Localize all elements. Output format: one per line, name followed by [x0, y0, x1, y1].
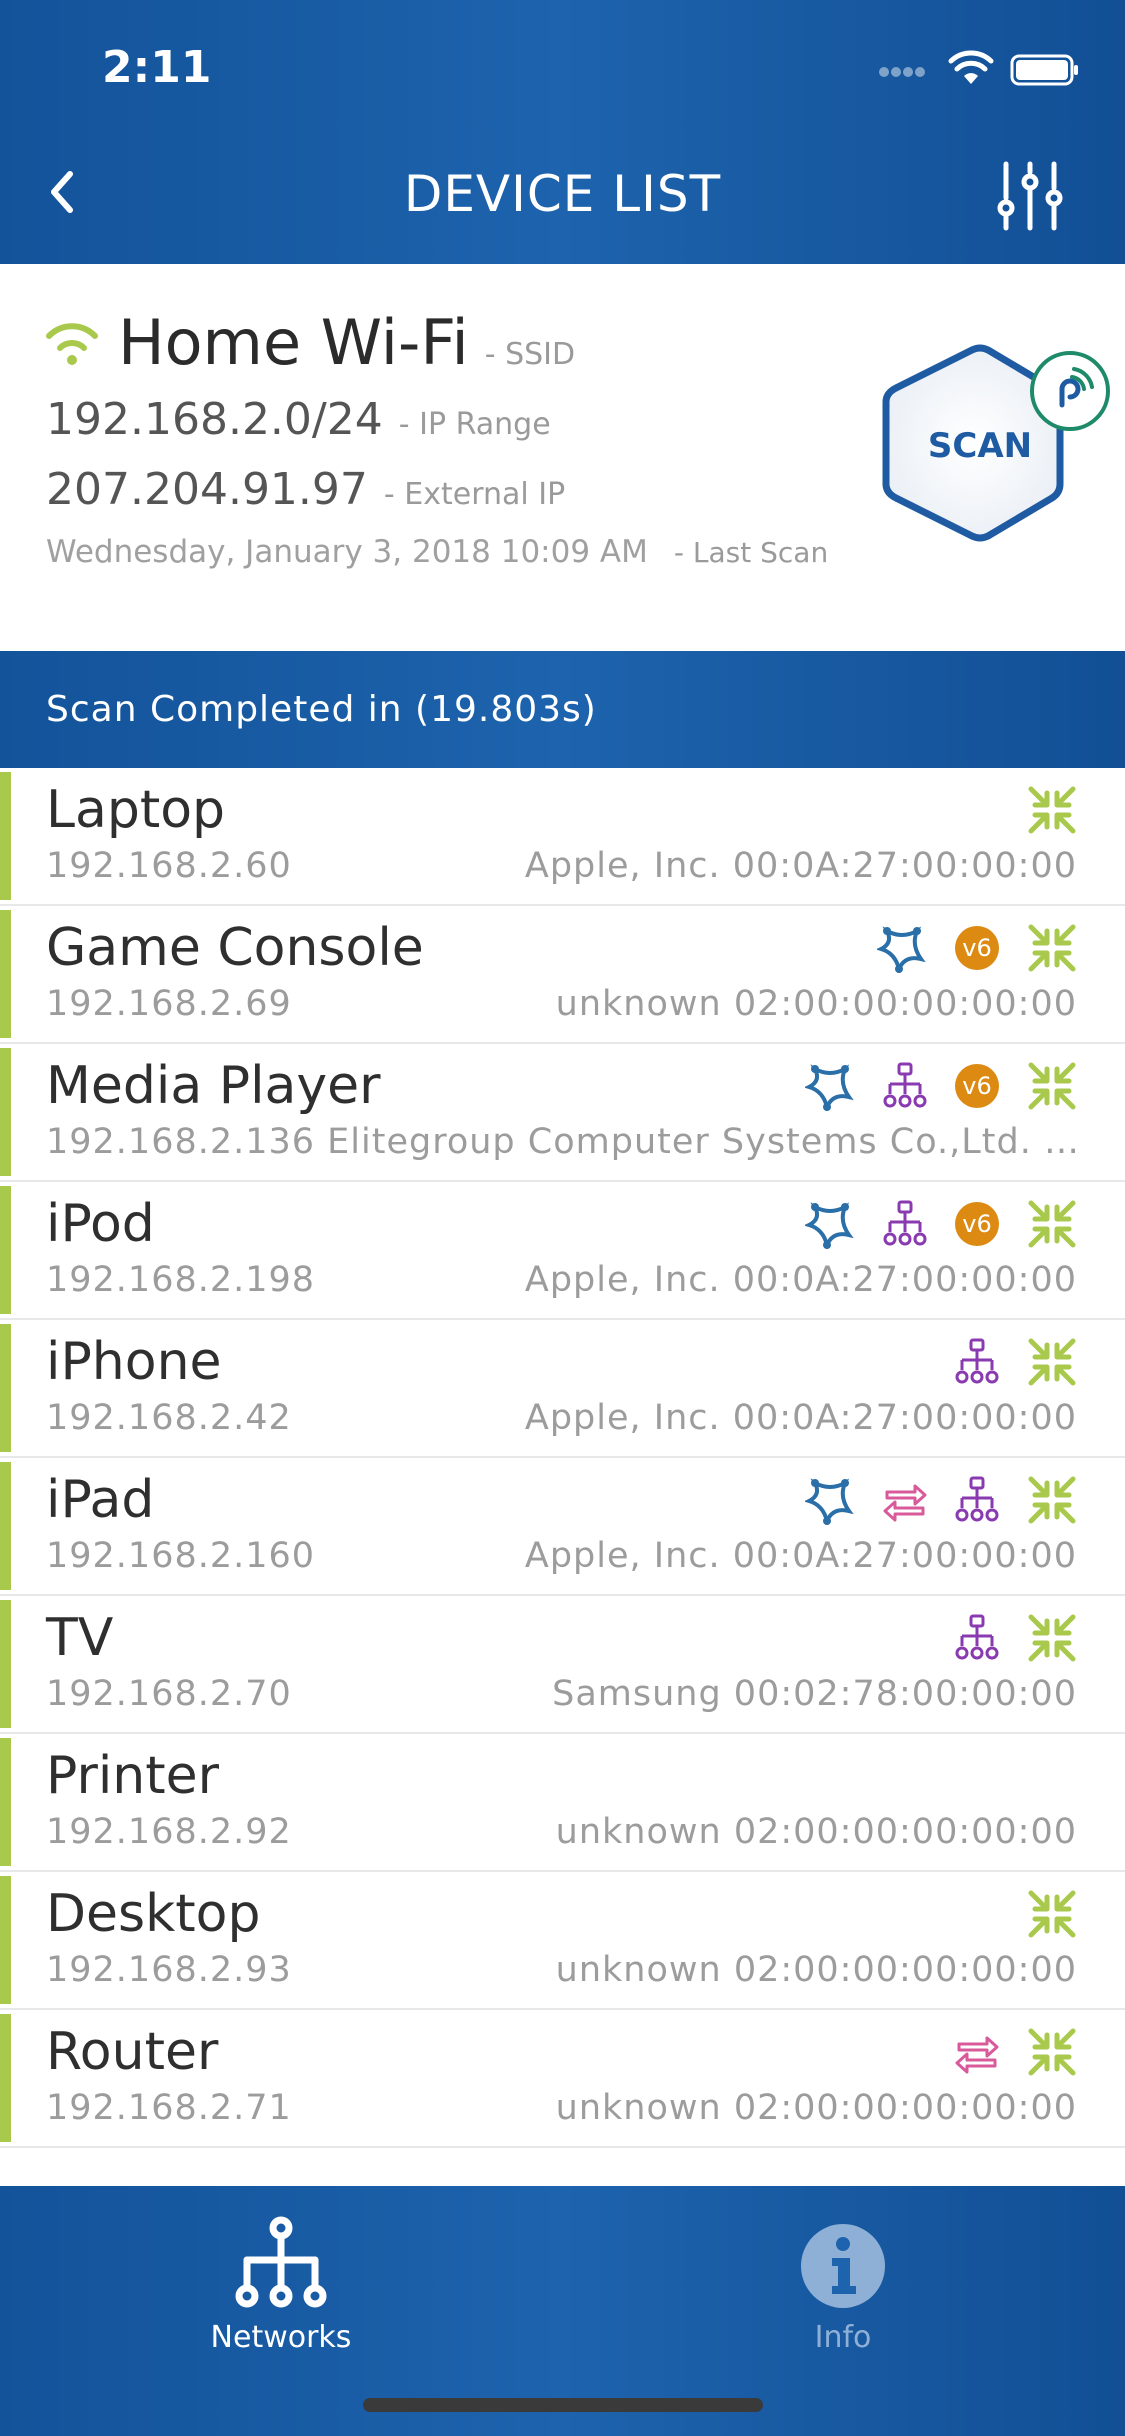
device-vendor: unknown 02:00:00:00:00:00 — [555, 1950, 1077, 1990]
status-wifi-icon — [948, 50, 994, 84]
battery-icon — [1010, 54, 1078, 86]
ssid-tag: - SSID — [484, 337, 576, 372]
device-name: Printer — [46, 1746, 219, 1806]
bonjour-service-icon — [805, 1064, 854, 1111]
upnp-hierarchy-icon — [955, 1476, 999, 1522]
upnp-hierarchy-icon — [955, 1338, 999, 1384]
device-row-iphone[interactable]: iPhone 192.168.2.42 Apple, Inc. 00:0A:27… — [0, 1320, 1125, 1458]
device-ip: 192.168.2.69 — [46, 984, 292, 1024]
device-name: Desktop — [46, 1884, 261, 1944]
device-name: TV — [46, 1608, 114, 1668]
device-row-ipad[interactable]: iPad 192.168.2.160 Apple, Inc. 00:0A:27:… — [0, 1458, 1125, 1596]
ip-range-value: 192.168.2.0/24 — [46, 394, 383, 445]
connected-arrows-icon — [1028, 1062, 1076, 1110]
connected-arrows-icon — [1028, 1614, 1076, 1662]
header-bar: 2:11 DEVICE LIST — [0, 0, 1125, 264]
device-row-printer[interactable]: Printer 192.168.2.92 unknown 02:00:00:00… — [0, 1734, 1125, 1872]
external-ip-value: 207.204.91.97 — [46, 464, 368, 515]
ipv6-badge: v6 — [955, 1064, 999, 1108]
device-ip: 192.168.2.160 — [46, 1536, 316, 1576]
device-name: Media Player — [46, 1056, 381, 1116]
transfer-arrows-icon — [883, 1484, 927, 1522]
device-ip: 192.168.2.92 — [46, 1812, 292, 1852]
device-row-media-player[interactable]: Media Player v6 192.168.2.136 Elitegroup… — [0, 1044, 1125, 1182]
tab-label-info: Info — [814, 2320, 872, 2355]
device-name: Game Console — [46, 918, 424, 978]
device-vendor: Samsung 00:02:78:00:00:00 — [552, 1674, 1077, 1714]
device-row-tv[interactable]: TV 192.168.2.70 Samsung 00:02:78:00:00:0… — [0, 1596, 1125, 1734]
bonjour-service-icon — [805, 1202, 854, 1249]
upnp-hierarchy-icon — [883, 1062, 927, 1108]
device-list: Laptop 192.168.2.60 Apple, Inc. 00:0A:27… — [0, 768, 1125, 2148]
device-ip: 192.168.2.93 — [46, 1950, 292, 1990]
scan-status-bar: Scan Completed in (19.803s) — [0, 651, 1125, 768]
connected-arrows-icon — [1028, 1338, 1076, 1386]
device-ip: 192.168.2.71 — [46, 2088, 292, 2128]
page-title: DEVICE LIST — [403, 165, 722, 223]
device-vendor: Apple, Inc. 00:0A:27:00:00:00 — [524, 1536, 1077, 1576]
device-ip: 192.168.2.42 — [46, 1398, 292, 1438]
network-info-panel: Home Wi-Fi - SSID 192.168.2.0/24 - IP Ra… — [0, 264, 1125, 651]
tab-label-networks: Networks — [210, 2320, 352, 2355]
network-icon — [235, 2216, 327, 2308]
device-vendor: Apple, Inc. 00:0A:27:00:00:00 — [524, 846, 1077, 886]
device-row-game-console[interactable]: Game Console v6 192.168.2.69 unknown 02:… — [0, 906, 1125, 1044]
device-name: iPhone — [46, 1332, 222, 1392]
connected-arrows-icon — [1028, 1200, 1076, 1248]
device-ip: 192.168.2.198 — [46, 1260, 316, 1300]
device-vendor: unknown 02:00:00:00:00:00 — [555, 1812, 1077, 1852]
device-vendor: unknown 02:00:00:00:00:00 — [555, 2088, 1077, 2128]
device-name: iPod — [46, 1194, 155, 1254]
network-ssid: Home Wi-Fi — [118, 306, 469, 379]
device-row-desktop[interactable]: Desktop 192.168.2.93 unknown 02:00:00:00… — [0, 1872, 1125, 2010]
connected-arrows-icon — [1028, 1890, 1076, 1938]
device-row-router[interactable]: Router 192.168.2.71 unknown 02:00:00:00:… — [0, 2010, 1125, 2148]
ipv6-badge: v6 — [955, 1202, 999, 1246]
device-name: iPad — [46, 1470, 155, 1530]
info-icon — [801, 2224, 885, 2308]
bonjour-service-icon — [805, 1478, 854, 1525]
last-scan-tag: - Last Scan — [673, 536, 829, 569]
home-indicator[interactable] — [363, 2398, 763, 2412]
device-name: Router — [46, 2022, 219, 2082]
connected-arrows-icon — [1028, 2028, 1076, 2076]
connected-arrows-icon — [1028, 924, 1076, 972]
filter-settings-button[interactable] — [992, 158, 1068, 234]
bonjour-service-icon — [877, 926, 926, 973]
device-vendor: Apple, Inc. 00:0A:27:00:00:00 — [524, 1260, 1077, 1300]
connected-arrows-icon — [1028, 1476, 1076, 1524]
last-scan-date: Wednesday, January 3, 2018 10:09 AM — [46, 534, 648, 570]
tab-networks[interactable]: Networks — [161, 2216, 401, 2366]
scan-status-text: Scan Completed in (19.803s) — [46, 689, 597, 730]
transfer-arrows-icon — [955, 2036, 999, 2074]
upnp-hierarchy-icon — [955, 1614, 999, 1660]
scan-signal-badge-icon — [1030, 351, 1110, 431]
device-row-laptop[interactable]: Laptop 192.168.2.60 Apple, Inc. 00:0A:27… — [0, 768, 1125, 906]
ipv6-badge: v6 — [955, 926, 999, 970]
external-ip-tag: - External IP — [383, 477, 566, 512]
ip-range-tag: - IP Range — [398, 407, 551, 442]
device-ip: 192.168.2.70 — [46, 1674, 292, 1714]
device-name: Laptop — [46, 780, 226, 840]
device-ip: 192.168.2.60 — [46, 846, 292, 886]
wifi-icon — [46, 322, 98, 365]
tab-info[interactable]: Info — [723, 2216, 963, 2366]
device-vendor: Apple, Inc. 00:0A:27:00:00:00 — [524, 1398, 1077, 1438]
upnp-hierarchy-icon — [883, 1200, 927, 1246]
cellular-signal-icon — [879, 62, 933, 77]
status-time: 2:11 — [102, 42, 212, 93]
connected-arrows-icon — [1028, 786, 1076, 834]
device-row-ipod[interactable]: iPod v6 192.168.2.198 Apple, Inc. 00:0A:… — [0, 1182, 1125, 1320]
device-detail: 192.168.2.136 Elitegroup Computer System… — [46, 1122, 1086, 1162]
device-vendor: unknown 02:00:00:00:00:00 — [555, 984, 1077, 1024]
